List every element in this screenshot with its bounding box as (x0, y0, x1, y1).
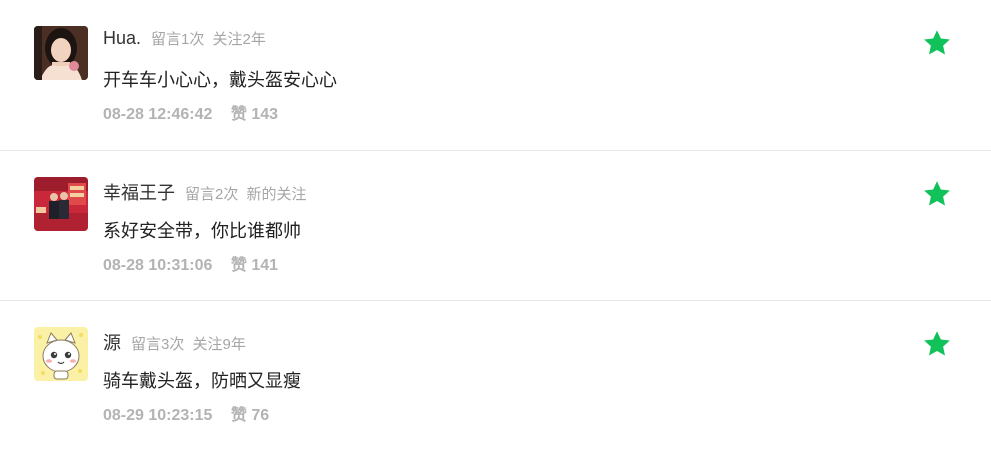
star-icon[interactable] (922, 329, 952, 359)
comment-list: Hua. 留言1次 关注2年 开车车小心心，戴头盔安心心 08-28 12:46… (0, 0, 991, 450)
comment-text: 系好安全带，你比谁都帅 (103, 221, 301, 241)
avatar[interactable] (34, 26, 88, 80)
avatar[interactable] (34, 327, 88, 381)
comment-footer: 08-28 10:31:06 赞 141 (103, 251, 278, 275)
comment-time: 08-28 10:31:06 (103, 257, 213, 274)
comment-count: 留言2次 (185, 186, 239, 203)
nickname[interactable]: 源 (103, 329, 121, 355)
comment-footer: 08-29 10:23:15 赞 76 (103, 401, 269, 425)
comment-footer: 08-28 12:46:42 赞 143 (103, 100, 278, 124)
star-icon[interactable] (922, 28, 952, 58)
avatar-photo-stage (34, 177, 88, 231)
like-count[interactable]: 赞 76 (231, 407, 269, 424)
star-icon[interactable] (922, 179, 952, 209)
comment-time: 08-28 12:46:42 (103, 106, 213, 123)
comment-item: Hua. 留言1次 关注2年 开车车小心心，戴头盔安心心 08-28 12:46… (0, 0, 991, 150)
follow-info: 关注2年 (212, 31, 266, 48)
follow-info: 新的关注 (246, 186, 307, 203)
like-count[interactable]: 赞 143 (231, 106, 278, 123)
comment-item: 幸福王子 留言2次 新的关注 系好安全带，你比谁都帅 08-28 10:31:0… (0, 150, 991, 300)
comment-header: 源 留言3次 关注9年 (103, 329, 246, 353)
avatar-cartoon-cat (34, 327, 88, 381)
comment-text: 骑车戴头盔，防晒又显瘦 (103, 371, 301, 391)
user-meta: 留言1次 关注2年 (151, 28, 266, 49)
comment-header: Hua. 留言1次 关注2年 (103, 28, 266, 52)
user-meta: 留言2次 新的关注 (185, 183, 307, 204)
avatar-photo-woman (34, 26, 88, 80)
comment-text: 开车车小心心，戴头盔安心心 (103, 70, 337, 90)
comment-time: 08-29 10:23:15 (103, 407, 213, 424)
comment-count: 留言1次 (151, 31, 205, 48)
nickname[interactable]: Hua. (103, 28, 141, 49)
comment-count: 留言3次 (131, 336, 185, 353)
like-count[interactable]: 赞 141 (231, 257, 278, 274)
follow-info: 关注9年 (192, 336, 246, 353)
user-meta: 留言3次 关注9年 (131, 333, 246, 354)
avatar[interactable] (34, 177, 88, 231)
comment-header: 幸福王子 留言2次 新的关注 (103, 179, 307, 203)
comment-item: 源 留言3次 关注9年 骑车戴头盔，防晒又显瘦 08-29 10:23:15 赞… (0, 300, 991, 450)
nickname[interactable]: 幸福王子 (103, 179, 175, 205)
